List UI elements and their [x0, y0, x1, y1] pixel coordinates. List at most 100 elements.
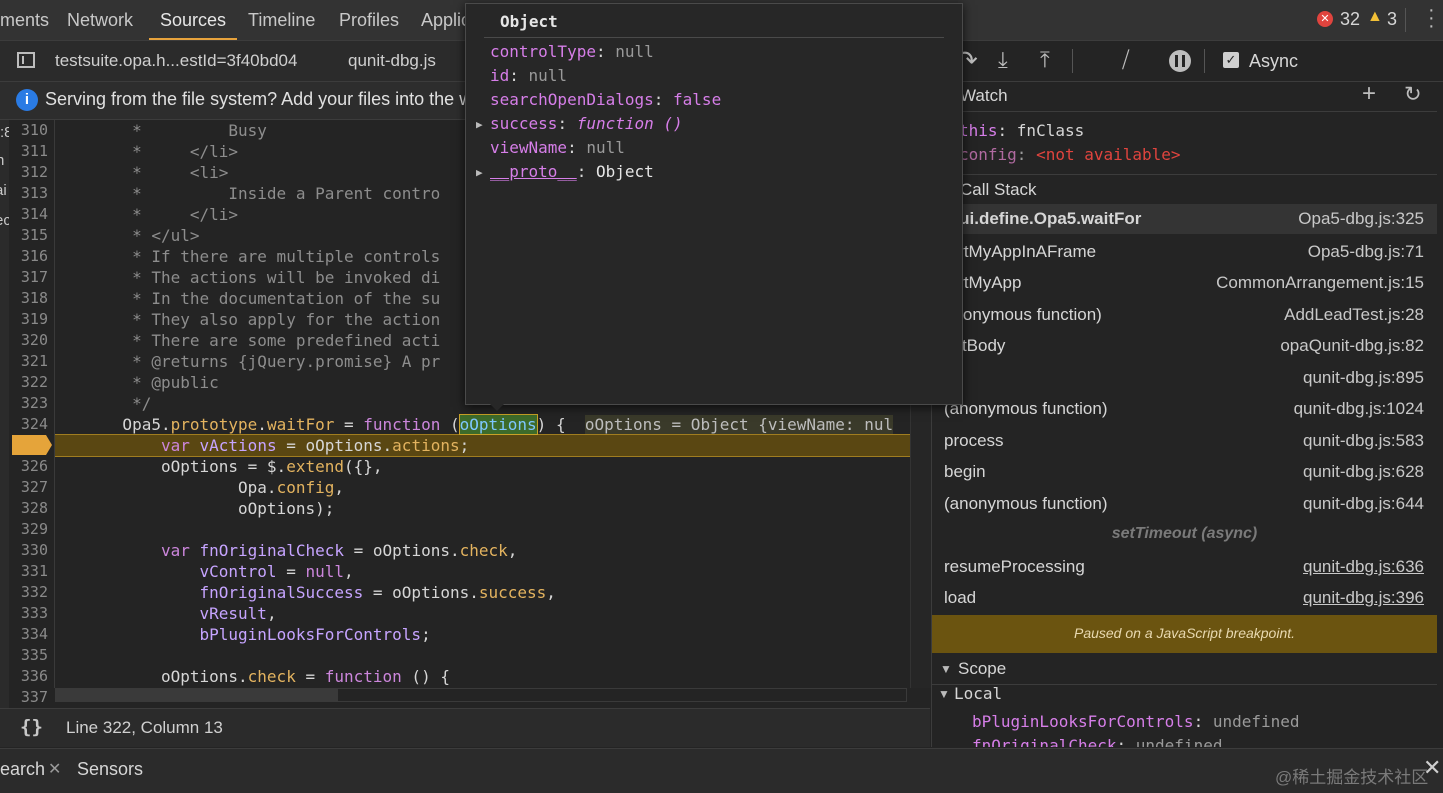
call-frame-location[interactable]: qunit-dbg.js:628 [1303, 457, 1424, 487]
more-menu-icon[interactable]: · · · [1428, 0, 1435, 36]
property-row[interactable]: id: null [490, 66, 567, 85]
file-tab-testsuite[interactable]: testsuite.opa.h...estId=3f40bd04 [55, 41, 297, 81]
object-inspector-popover[interactable]: Object controlType: null id: null searchOp… [465, 3, 963, 411]
warning-count[interactable]: 3 [1387, 9, 1397, 30]
deactivate-breakpoints-icon[interactable]: ⧸ [1122, 47, 1129, 73]
line-number[interactable]: 331 [21, 562, 48, 580]
call-frame-location[interactable]: qunit-dbg.js:895 [1303, 363, 1424, 393]
line-number[interactable]: 317 [21, 268, 48, 286]
scope-header[interactable]: ▼ Scope [932, 654, 1437, 685]
code-line[interactable]: * Busy [55, 121, 267, 140]
line-number[interactable]: 311 [21, 142, 48, 160]
line-number[interactable]: 320 [21, 331, 48, 349]
line-number[interactable]: 336 [21, 667, 48, 685]
code-line[interactable]: oOptions.check = function () { [55, 667, 450, 686]
line-number[interactable]: 328 [21, 499, 48, 517]
file-tab-qunit[interactable]: qunit-dbg.js [348, 41, 436, 81]
line-number[interactable]: 333 [21, 604, 48, 622]
code-line[interactable]: * If there are multiple controls [55, 247, 440, 266]
line-number[interactable]: 323 [21, 394, 48, 412]
expand-triangle-icon[interactable]: ▶ [476, 166, 483, 179]
line-number[interactable]: 313 [21, 184, 48, 202]
call-frame[interactable]: resumeProcessing qunit-dbg.js:636 [944, 552, 1424, 582]
call-frame[interactable]: tartMyAppInAFrame Opa5-dbg.js:71 [944, 237, 1424, 267]
line-number[interactable]: 324 [21, 415, 48, 433]
watch-item[interactable]: config: <not available> [959, 145, 1181, 164]
error-icon[interactable]: ✕ [1317, 11, 1333, 27]
toggle-navigator-icon[interactable] [17, 52, 35, 68]
property-row[interactable]: __proto__: Object [490, 162, 654, 181]
call-frame-location[interactable]: CommonArrangement.js:15 [1216, 268, 1424, 298]
breakpoint-marker[interactable] [12, 435, 52, 455]
tab-timeline[interactable]: Timeline [248, 0, 315, 40]
code-line[interactable]: bPluginLooksForControls; [55, 625, 431, 644]
code-line[interactable]: * The actions will be invoked di [55, 268, 440, 287]
tab-sources[interactable]: Sources [149, 0, 238, 40]
code-line[interactable]: * Inside a Parent contro [55, 184, 440, 203]
line-number-gutter[interactable]: 310 311 312 313 314 315 316 317 318 319 320 321 322 3… [10, 120, 55, 706]
line-number[interactable]: 330 [21, 541, 48, 559]
line-number[interactable]: 321 [21, 352, 48, 370]
tab-network[interactable]: Network [67, 0, 133, 40]
code-line[interactable]: * They also apply for the action [55, 310, 440, 329]
close-tab-icon[interactable]: ✕ [48, 759, 61, 779]
call-frame[interactable]: load qunit-dbg.js:396 [944, 583, 1424, 613]
drawer-tab-search[interactable]: earch [0, 759, 45, 780]
code-line[interactable]: * <li> [55, 163, 228, 182]
property-row[interactable]: success: function () [490, 114, 683, 133]
line-number[interactable]: 312 [21, 163, 48, 181]
line-number[interactable]: 335 [21, 646, 48, 664]
property-row[interactable]: controlType: null [490, 42, 654, 61]
call-frame-location[interactable]: qunit-dbg.js:396 [1303, 583, 1424, 613]
add-watch-icon[interactable]: + [1362, 79, 1376, 109]
step-out-icon[interactable]: ⤒ [1040, 47, 1050, 73]
line-number[interactable]: 337 [21, 688, 48, 706]
code-line[interactable]: * </ul> [55, 226, 199, 245]
call-frame-location[interactable]: opaQunit-dbg.js:82 [1280, 331, 1424, 361]
call-frame[interactable]: (anonymous function) qunit-dbg.js:1024 [944, 394, 1424, 424]
line-number[interactable]: 310 [21, 121, 48, 139]
async-checkbox[interactable]: ✓ [1223, 52, 1239, 68]
code-line[interactable]: vControl = null, [55, 562, 354, 581]
code-line[interactable]: * @public [55, 373, 219, 392]
code-line[interactable]: fnOriginalSuccess = oOptions.success, [55, 583, 556, 602]
code-line[interactable]: * </li> [55, 142, 238, 161]
line-number[interactable]: 315 [21, 226, 48, 244]
code-line[interactable]: */ [55, 394, 151, 413]
code-line[interactable]: * @returns {jQuery.promise} A pr [55, 352, 440, 371]
code-line[interactable]: Opa.config, [55, 478, 344, 497]
horizontal-scrollbar-thumb[interactable] [55, 688, 337, 702]
call-frame[interactable]: process qunit-dbg.js:583 [944, 426, 1424, 456]
call-frame[interactable]: estBody opaQunit-dbg.js:82 [944, 331, 1424, 361]
code-line[interactable]: * There are some predefined acti [55, 331, 440, 350]
watch-header[interactable]: Watch + ↻ [932, 79, 1437, 112]
code-line[interactable]: * </li> [55, 205, 238, 224]
code-line[interactable]: var vActions = oOptions.actions; [55, 436, 469, 455]
line-number[interactable]: 329 [21, 520, 48, 538]
call-frame-location[interactable]: qunit-dbg.js:636 [1303, 552, 1424, 582]
call-frame-location[interactable]: qunit-dbg.js:583 [1303, 426, 1424, 456]
call-frame-location[interactable]: Opa5-dbg.js:325 [1298, 204, 1424, 234]
horizontal-scrollbar-track[interactable] [337, 688, 907, 702]
code-line[interactable]: Opa5.prototype.waitFor = function (oOpti… [55, 414, 894, 435]
pause-on-exceptions-icon[interactable] [1169, 50, 1191, 72]
pretty-print-icon[interactable]: {} [20, 716, 43, 738]
line-number[interactable]: 322 [21, 373, 48, 391]
scope-variable[interactable]: fnOriginalCheck: undefined [972, 736, 1222, 747]
code-line[interactable]: oOptions = $.extend({}, [55, 457, 383, 476]
call-frame[interactable]: p.ui.define.Opa5.waitFor Opa5-dbg.js:325 [932, 204, 1437, 234]
line-number[interactable]: 332 [21, 583, 48, 601]
call-stack-header[interactable]: Call Stack [932, 174, 1437, 206]
code-line[interactable]: vResult, [55, 604, 277, 623]
close-drawer-icon[interactable]: ✕ [1423, 755, 1441, 781]
line-number[interactable]: 326 [21, 457, 48, 475]
call-frame-location[interactable]: Opa5-dbg.js:71 [1308, 237, 1424, 267]
drawer-tab-sensors[interactable]: Sensors [77, 759, 143, 780]
refresh-icon[interactable]: ↻ [1404, 80, 1422, 110]
line-number[interactable]: 327 [21, 478, 48, 496]
tab-profiles[interactable]: Profiles [339, 0, 399, 40]
line-number[interactable]: 314 [21, 205, 48, 223]
warning-icon[interactable]: ▲ [1367, 8, 1383, 26]
call-frame-location[interactable]: qunit-dbg.js:1024 [1294, 394, 1424, 424]
step-into-icon[interactable]: ⤓ [998, 47, 1008, 73]
